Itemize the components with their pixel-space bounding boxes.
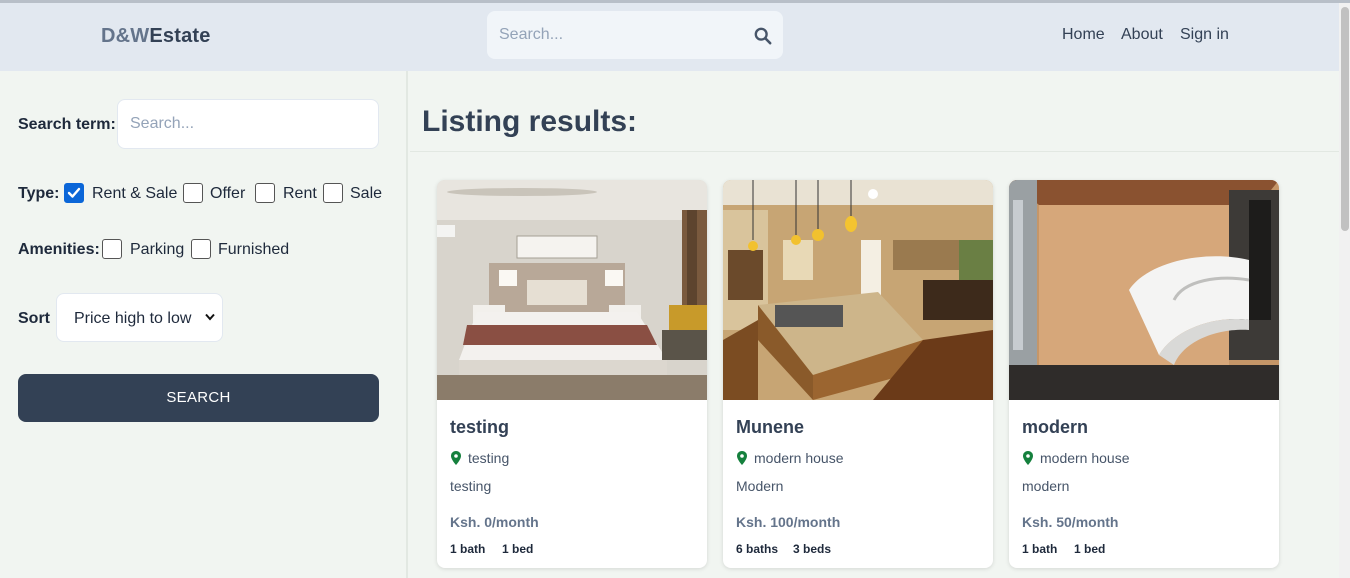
map-pin-icon: [1023, 451, 1033, 465]
listing-name[interactable]: testing: [450, 417, 509, 438]
listing-description: Modern: [736, 478, 784, 494]
listing-price: Ksh. 50/month: [1022, 514, 1119, 530]
parking-label: Parking: [130, 241, 185, 258]
listing-address: modern house: [1040, 450, 1130, 466]
checkbox-rent[interactable]: [255, 183, 275, 203]
type-label: Type:: [18, 185, 60, 202]
listing-baths: 6 baths: [736, 542, 779, 556]
filter-sidebar: Search term: Type: Rent & Sale Offer Ren…: [0, 71, 408, 578]
listing-photo-bedroom[interactable]: [437, 180, 707, 400]
logo-part-2: Estate: [149, 25, 211, 47]
divider: [410, 151, 1339, 152]
sale-label: Sale: [350, 185, 383, 202]
amenities-label: Amenities:: [18, 241, 100, 258]
page-scrollbar[interactable]: [1339, 3, 1350, 578]
furnished-label: Furnished: [218, 241, 290, 258]
listing-beds: 1 bed: [1074, 542, 1106, 556]
listing-price: Ksh. 0/month: [450, 514, 539, 530]
search-button[interactable]: SEARCH: [18, 374, 379, 422]
listing-description: modern: [1022, 478, 1070, 494]
listing-name[interactable]: modern: [1022, 417, 1088, 438]
listing-address: modern house: [754, 450, 844, 466]
listing-card[interactable]: Munene modern house Modern Ksh. 100/mont…: [723, 180, 993, 568]
rent-and-sale-label: Rent & Sale: [92, 185, 178, 202]
sort-select[interactable]: Price high to low: [56, 293, 223, 342]
scrollbar-thumb[interactable]: [1341, 7, 1349, 231]
checkbox-furnished[interactable]: [191, 239, 211, 259]
rent-label: Rent: [283, 185, 317, 202]
listing-photo-kitchen[interactable]: [723, 180, 993, 400]
checkmark-icon: [67, 187, 81, 198]
search-icon[interactable]: [754, 27, 772, 45]
listing-name[interactable]: Munene: [736, 417, 804, 438]
sort-selected-value: Price high to low: [74, 310, 192, 327]
site-header: D&WEstate Home About Sign in: [0, 3, 1339, 71]
checkbox-parking[interactable]: [102, 239, 122, 259]
listing-card[interactable]: testing testing testing Ksh. 0/month 1 b…: [437, 180, 707, 568]
site-logo[interactable]: D&WEstate: [101, 25, 211, 48]
nav-home[interactable]: Home: [1062, 26, 1105, 44]
checkbox-rent-and-sale[interactable]: [64, 183, 84, 203]
map-pin-icon: [451, 451, 461, 465]
listing-baths: 1 bath: [1022, 542, 1058, 556]
search-term-input[interactable]: [117, 99, 379, 149]
search-term-label: Search term:: [18, 116, 116, 133]
nav-about[interactable]: About: [1121, 26, 1163, 44]
listing-beds: 3 beds: [793, 542, 832, 556]
page-title: Listing results:: [422, 105, 638, 138]
map-pin-icon: [737, 451, 747, 465]
listing-photo-staircase[interactable]: [1009, 180, 1279, 400]
checkbox-sale[interactable]: [323, 183, 343, 203]
chevron-down-icon: [205, 313, 215, 321]
sort-label: Sort: [18, 310, 50, 327]
listing-card[interactable]: modern modern house modern Ksh. 50/month…: [1009, 180, 1279, 568]
listing-description: testing: [450, 478, 492, 494]
listing-price: Ksh. 100/month: [736, 514, 841, 530]
listing-results: Listing results: testing testing testing…: [410, 71, 1339, 578]
listing-baths: 1 bath: [450, 542, 486, 556]
offer-label: Offer: [210, 185, 246, 202]
header-search-box: [487, 11, 783, 59]
checkbox-offer[interactable]: [183, 183, 203, 203]
nav-sign-in[interactable]: Sign in: [1180, 26, 1229, 44]
listing-beds: 1 bed: [502, 542, 534, 556]
listing-address: testing: [468, 450, 510, 466]
header-search-input[interactable]: [499, 23, 739, 47]
logo-part-1: D&W: [101, 25, 150, 47]
